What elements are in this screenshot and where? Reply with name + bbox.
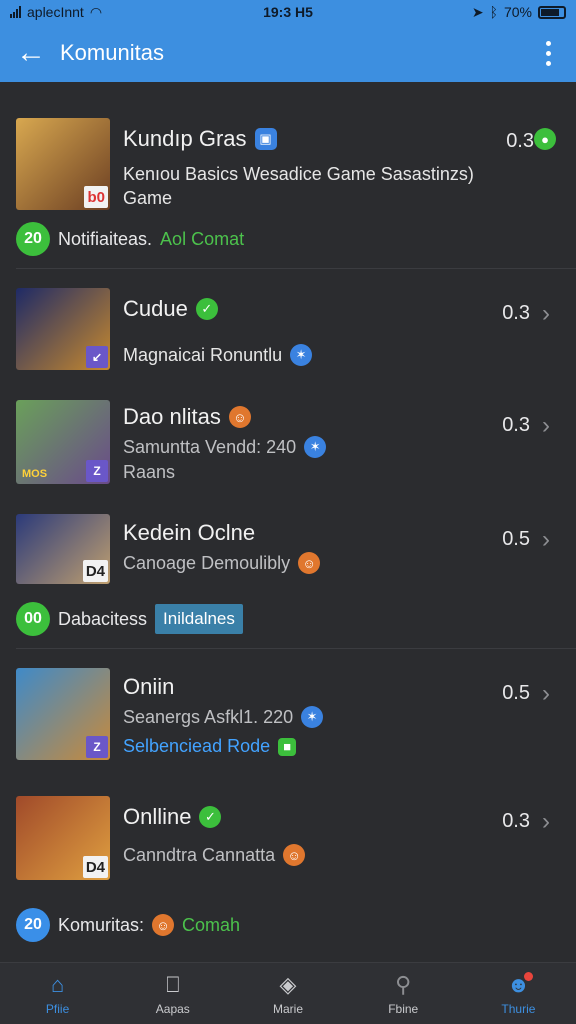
game-thumbnail: Z: [16, 668, 110, 760]
battery-icon: [538, 5, 566, 19]
item-title: Dao nlitas ☺: [123, 404, 251, 430]
notification-label: Notifiaiteas.: [58, 228, 153, 249]
item-subtitle: Kenıou Basics Wesadice Game Sasastinzs) …: [123, 164, 474, 208]
bluetooth-icon: ᛒ: [489, 4, 498, 20]
carrier-label: aplecInnt: [27, 4, 84, 20]
item-title: Oniin: [123, 674, 175, 699]
chevron-right-icon[interactable]: ›: [542, 808, 550, 836]
item-subtitle: Canoage Demoulibly ☺: [123, 552, 321, 574]
game-controller-icon: ■: [278, 737, 297, 756]
community-list: b0 Kundıp Gras ▣ Kenıou Basics Wesadice …: [0, 82, 576, 962]
chevron-right-icon[interactable]: ›: [542, 412, 550, 440]
gear-icon: ✶: [290, 344, 313, 366]
chat-icon: ●: [534, 128, 556, 150]
category-tag[interactable]: Inildalnes: [155, 604, 243, 634]
page-title: Komunitas: [60, 40, 164, 65]
item-score: 0.3: [506, 130, 534, 152]
divider: [16, 268, 576, 269]
tag-icon: ◈: [279, 971, 297, 997]
notification-link[interactable]: Aol Comat: [160, 229, 244, 250]
item-subtitle: Seanergs Asfkl1. 220 ✶: [123, 706, 324, 728]
notification-row[interactable]: 20 Komuritas: ☺ Comah: [16, 908, 240, 942]
notification-row[interactable]: 20 Notifiaiteas. Aol Comat: [16, 222, 244, 256]
avatar-icon: ☺: [283, 844, 306, 866]
notification-label: Komuritas:: [58, 914, 145, 935]
bottom-tab-bar: ⌂ Pfiie ⎕ Aapas ◈ Marie ⚲ Fbine ☻ Thurie: [0, 962, 576, 1024]
thumbnail-badge: D4: [82, 560, 108, 582]
list-item[interactable]: MOS Z Dao nlitas ☺ Samuntta Vendd: 240 ✶…: [0, 400, 576, 496]
list-item[interactable]: D4 Onlline ✓ Canndtra Cannatta ☺ 0.3 ›: [0, 796, 576, 892]
item-score: 0.5: [502, 682, 530, 704]
item-title: Kundıp Gras ▣: [123, 126, 277, 152]
notification-dot: [524, 971, 534, 981]
chevron-right-icon[interactable]: ›: [542, 300, 550, 328]
item-score: 0.3: [502, 302, 530, 324]
thumbnail-badge: ↙: [86, 346, 108, 368]
notification-count: 20: [16, 222, 50, 256]
tab-home[interactable]: ⌂ Pfiie: [0, 963, 115, 1024]
thumbnail-badge: D4: [82, 856, 108, 878]
chevron-right-icon[interactable]: ›: [542, 526, 550, 554]
avatar-icon: ☺: [152, 914, 175, 936]
list-item[interactable]: D4 Kedein Oclne Canoage Demoulibly ☺ 0.5…: [0, 514, 576, 604]
list-item[interactable]: Z Oniin Seanergs Asfkl1. 220 ✶ Selbencie…: [0, 668, 576, 764]
item-subtitle: Canndtra Cannatta ☺: [123, 844, 306, 866]
notification-count: 00: [16, 602, 50, 636]
item-score: 0.5: [502, 528, 530, 550]
user-icon: ☻: [505, 971, 534, 998]
item-link[interactable]: Selbenciead Rode ■: [123, 736, 297, 757]
gear-icon: ✶: [304, 436, 327, 458]
more-options-icon[interactable]: [536, 40, 560, 66]
back-arrow-icon[interactable]: ←: [16, 38, 56, 68]
tab-market[interactable]: ◈ Marie: [230, 963, 345, 1024]
battery-percent: 70%: [503, 4, 532, 20]
signal-icon: [10, 6, 21, 18]
home-icon: ⌂: [50, 971, 65, 997]
list-item[interactable]: ↙ Cudue ✓ Magnaicai Ronuntlu ✶ 0.3 ›: [0, 288, 576, 384]
item-score: 0.3: [502, 414, 530, 436]
verified-check-icon: ✓: [199, 806, 222, 828]
tab-apps[interactable]: ⎕ Aapas: [115, 963, 230, 1024]
tab-search[interactable]: ⚲ Fbine: [346, 963, 461, 1024]
search-icon: ⚲: [395, 971, 412, 997]
notification-label: Dabacitess: [58, 608, 148, 629]
item-title: Cudue ✓: [123, 296, 218, 322]
verified-check-icon: ✓: [195, 298, 218, 320]
location-icon: ➤: [471, 3, 484, 20]
item-subtitle-secondary: Raans: [123, 462, 176, 482]
thumbnail-badge: b0: [84, 186, 108, 208]
status-bar: aplecInnt ◠ 19:3 H5 ➤ ᛒ 70%: [0, 0, 576, 24]
notification-row[interactable]: 00 Dabacitess Inildalnes: [16, 602, 243, 636]
item-score: 0.3: [502, 810, 530, 832]
notification-count: 20: [16, 908, 50, 942]
item-subtitle: Samuntta Vendd: 240 ✶: [123, 436, 327, 458]
calendar-icon: ▣: [254, 128, 277, 150]
wifi-icon: ◠: [89, 3, 103, 20]
game-thumbnail: b0: [16, 118, 110, 210]
thumbnail-badge: Z: [86, 460, 108, 482]
app-bar: ← Komunitas: [0, 24, 576, 82]
chevron-right-icon[interactable]: ›: [542, 680, 550, 708]
notification-link[interactable]: Comah: [182, 915, 240, 936]
trash-icon: ⎕: [166, 971, 180, 997]
game-thumbnail: D4: [16, 796, 110, 880]
item-subtitle: Magnaicai Ronuntlu ✶: [123, 344, 313, 366]
thumbnail-badge: Z: [86, 736, 108, 758]
item-title: Onlline ✓: [123, 804, 222, 830]
divider: [16, 648, 576, 649]
game-thumbnail: D4: [16, 514, 110, 584]
avatar-icon: ☺: [298, 552, 321, 574]
game-thumbnail: MOS Z: [16, 400, 110, 484]
game-thumbnail: ↙: [16, 288, 110, 370]
gear-icon: ✶: [301, 706, 324, 728]
thumbnail-caption: MOS: [22, 468, 48, 480]
item-title: Kedein Oclne: [123, 520, 256, 545]
avatar-icon: ☺: [228, 406, 251, 428]
tab-profile[interactable]: ☻ Thurie: [461, 963, 576, 1024]
